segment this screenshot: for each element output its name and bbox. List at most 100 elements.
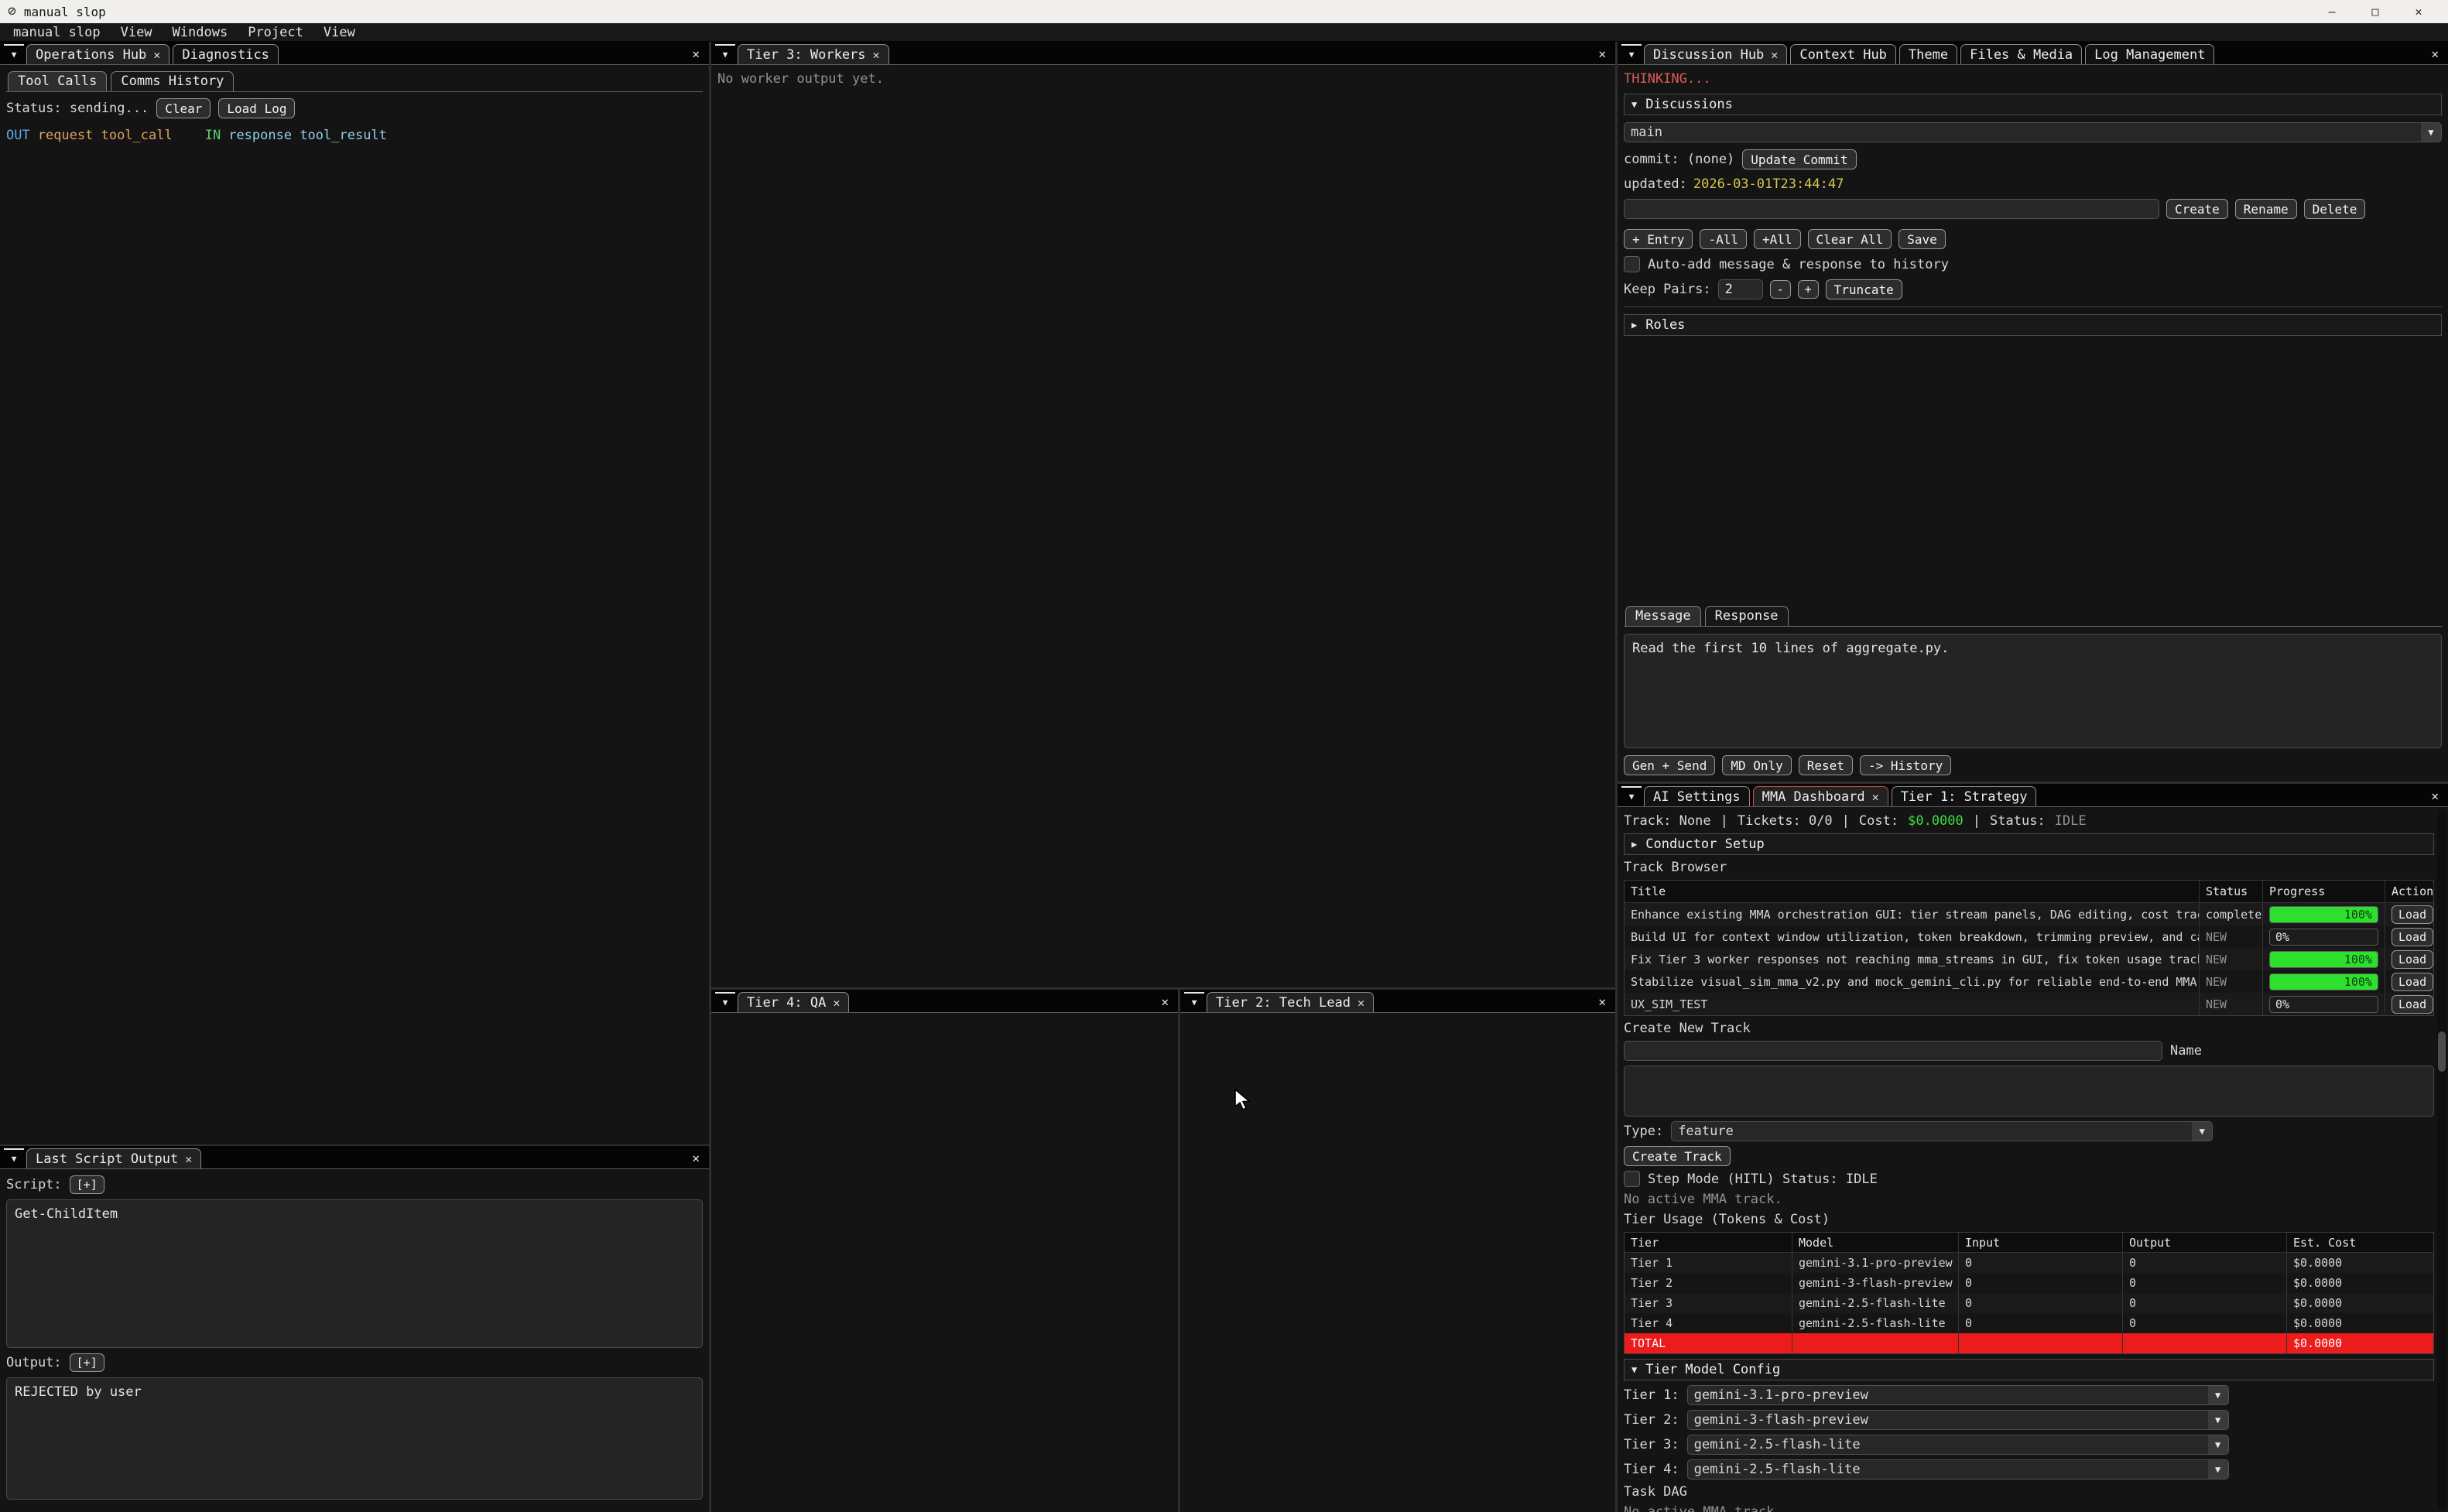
tab-close-icon[interactable]: ✕ <box>1771 48 1778 62</box>
track-status: NEW <box>2199 993 2262 1015</box>
window-menu-icon[interactable]: ▼ <box>4 1148 24 1167</box>
add-entry-button[interactable]: + Entry <box>1624 229 1693 249</box>
tab-mma-dashboard[interactable]: MMA Dashboard ✕ <box>1753 786 1888 806</box>
tab-response[interactable]: Response <box>1705 606 1789 626</box>
close-button[interactable]: ✕ <box>2397 5 2440 19</box>
load-track-button[interactable]: Load <box>2392 928 2433 946</box>
tab-tier2-tech-lead[interactable]: Tier 2: Tech Lead ✕ <box>1207 992 1374 1012</box>
minimize-button[interactable]: — <box>2310 5 2354 19</box>
window-menu-icon[interactable]: ▼ <box>1621 786 1642 805</box>
step-mode-checkbox[interactable] <box>1624 1171 1640 1187</box>
script-textarea[interactable]: Get-ChildItem <box>6 1199 703 1348</box>
tab-close-icon[interactable]: ✕ <box>153 48 160 62</box>
tab-label: Last Script Output <box>36 1151 178 1167</box>
discussion-select[interactable]: main ▼ <box>1624 122 2442 142</box>
window-menu-icon[interactable]: ▼ <box>715 992 735 1011</box>
expand-all-button[interactable]: +All <box>1754 229 1801 249</box>
collapse-all-button[interactable]: -All <box>1700 229 1747 249</box>
tab-last-script-output[interactable]: Last Script Output ✕ <box>26 1148 201 1168</box>
script-expand-button[interactable]: [+] <box>70 1175 104 1194</box>
window-close-button[interactable]: ✕ <box>692 1151 700 1165</box>
window-close-button[interactable]: ✕ <box>1598 994 1606 1009</box>
window-menu-icon[interactable]: ▼ <box>4 44 24 63</box>
update-commit-button[interactable]: Update Commit <box>1742 149 1856 169</box>
output-expand-button[interactable]: [+] <box>70 1353 104 1372</box>
tab-close-icon[interactable]: ✕ <box>1872 790 1879 804</box>
discussion-name-input[interactable] <box>1624 199 2159 219</box>
menu-manual-slop[interactable]: manual slop <box>3 23 111 42</box>
discussions-header[interactable]: ▼ Discussions <box>1624 94 2442 115</box>
tab-close-icon[interactable]: ✕ <box>1358 996 1364 1010</box>
tier1-model-select[interactable]: gemini-3.1-pro-preview ▼ <box>1687 1385 2229 1405</box>
tab-close-icon[interactable]: ✕ <box>873 48 880 62</box>
track-name-input[interactable] <box>1624 1041 2162 1061</box>
track-description-textarea[interactable] <box>1624 1066 2434 1117</box>
tab-context-hub[interactable]: Context Hub <box>1790 44 1896 64</box>
delete-button[interactable]: Delete <box>2304 199 2366 219</box>
tab-files-media[interactable]: Files & Media <box>1960 44 2082 64</box>
tab-ai-settings[interactable]: AI Settings <box>1644 786 1750 806</box>
type-select[interactable]: feature ▼ <box>1671 1121 2213 1141</box>
tab-tier3-workers[interactable]: Tier 3: Workers ✕ <box>738 44 889 64</box>
auto-add-checkbox[interactable] <box>1624 256 1640 272</box>
message-textarea[interactable]: Read the first 10 lines of aggregate.py. <box>1624 634 2442 748</box>
truncate-button[interactable]: Truncate <box>1826 279 1902 299</box>
tab-log-management[interactable]: Log Management <box>2085 44 2214 64</box>
load-track-button[interactable]: Load <box>2392 973 2433 991</box>
load-track-button[interactable]: Load <box>2392 950 2433 969</box>
keep-pairs-minus-button[interactable]: - <box>1770 280 1791 299</box>
create-track-button[interactable]: Create Track <box>1624 1146 1731 1166</box>
window-menu-icon[interactable]: ▼ <box>715 44 735 63</box>
create-button[interactable]: Create <box>2166 199 2228 219</box>
window-close-button[interactable]: ✕ <box>2431 46 2439 61</box>
tier-model-config-header[interactable]: ▼ Tier Model Config <box>1624 1359 2434 1380</box>
combo-value: main <box>1625 125 2421 140</box>
save-button[interactable]: Save <box>1898 229 1946 249</box>
in-desc: response tool_result <box>228 128 387 143</box>
load-track-button[interactable]: Load <box>2392 995 2433 1014</box>
window-close-button[interactable]: ✕ <box>2431 788 2439 803</box>
combo-value: gemini-2.5-flash-lite <box>1688 1462 2208 1477</box>
maximize-button[interactable]: □ <box>2354 5 2397 19</box>
rename-button[interactable]: Rename <box>2235 199 2297 219</box>
tier2-model-select[interactable]: gemini-3-flash-preview ▼ <box>1687 1410 2229 1430</box>
conductor-setup-header[interactable]: ▶ Conductor Setup <box>1624 833 2434 855</box>
clear-button[interactable]: Clear <box>156 98 211 118</box>
window-close-button[interactable]: ✕ <box>1161 994 1169 1009</box>
tab-diagnostics[interactable]: Diagnostics <box>173 44 279 64</box>
window-close-button[interactable]: ✕ <box>1598 46 1606 61</box>
tab-tool-calls[interactable]: Tool Calls <box>8 71 107 91</box>
to-history-button[interactable]: -> History <box>1860 755 1951 775</box>
tab-theme[interactable]: Theme <box>1899 44 1957 64</box>
load-track-button[interactable]: Load <box>2392 905 2433 924</box>
tab-close-icon[interactable]: ✕ <box>185 1152 192 1166</box>
scrollbar-thumb[interactable] <box>2438 1031 2446 1072</box>
clear-all-button[interactable]: Clear All <box>1808 229 1892 249</box>
tab-operations-hub[interactable]: Operations Hub ✕ <box>26 44 169 64</box>
gen-send-button[interactable]: Gen + Send <box>1624 755 1715 775</box>
tab-comms-history[interactable]: Comms History <box>111 71 234 91</box>
window-menu-icon[interactable]: ▼ <box>1621 44 1642 63</box>
window-close-button[interactable]: ✕ <box>692 46 700 61</box>
load-log-button[interactable]: Load Log <box>218 98 295 118</box>
menu-view-2[interactable]: View <box>313 23 365 42</box>
menu-windows[interactable]: Windows <box>163 23 238 42</box>
roles-header[interactable]: ▶ Roles <box>1624 314 2442 336</box>
menu-view[interactable]: View <box>111 23 163 42</box>
tab-message[interactable]: Message <box>1625 606 1701 626</box>
scrollbar-track[interactable] <box>2437 809 2446 1510</box>
tab-tier4-qa[interactable]: Tier 4: QA ✕ <box>738 992 849 1012</box>
tab-discussion-hub[interactable]: Discussion Hub ✕ <box>1644 44 1787 64</box>
status-label: Status: <box>1990 813 2046 829</box>
tier4-model-select[interactable]: gemini-2.5-flash-lite ▼ <box>1687 1459 2229 1480</box>
reset-button[interactable]: Reset <box>1799 755 1853 775</box>
menu-project[interactable]: Project <box>238 23 313 42</box>
md-only-button[interactable]: MD Only <box>1722 755 1791 775</box>
output-textarea[interactable]: REJECTED by user <box>6 1377 703 1500</box>
tab-tier1-strategy[interactable]: Tier 1: Strategy <box>1892 786 2037 806</box>
tab-close-icon[interactable]: ✕ <box>833 996 840 1010</box>
window-menu-icon[interactable]: ▼ <box>1184 992 1204 1011</box>
tier3-model-select[interactable]: gemini-2.5-flash-lite ▼ <box>1687 1435 2229 1455</box>
keep-pairs-plus-button[interactable]: + <box>1798 280 1819 299</box>
keep-pairs-input[interactable]: 2 <box>1718 279 1763 299</box>
